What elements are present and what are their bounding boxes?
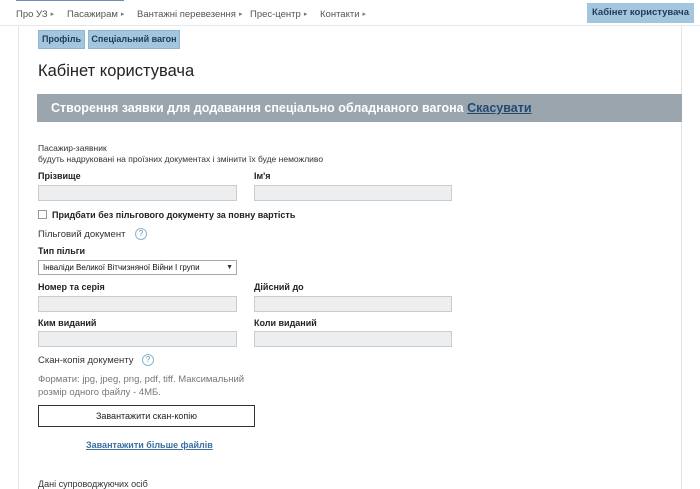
privilege-doc-label: Пільговий документ xyxy=(38,229,126,240)
nav-item-label: Контакти xyxy=(320,9,360,20)
privilege-type-select[interactable]: Інваліди Великої Вітчизняної Війни I гру… xyxy=(38,260,237,275)
issued-by-label: Ким виданий xyxy=(38,318,97,328)
nav-item-contacts[interactable]: Контакти ▸ xyxy=(320,9,366,20)
number-series-field[interactable] xyxy=(38,296,237,312)
request-banner: Створення заявки для додавання спеціальн… xyxy=(37,94,682,122)
nav-item-about[interactable]: Про УЗ ▸ xyxy=(16,9,54,20)
chevron-right-icon: ▸ xyxy=(362,11,367,18)
banner-title: Створення заявки для додавання спеціальн… xyxy=(51,101,464,115)
nav-item-label: Пасажирам xyxy=(67,9,118,20)
applicant-note: будуть надруковані на проїзних документа… xyxy=(38,154,324,164)
privilege-type-value: Інваліди Великої Вітчизняної Війни I гру… xyxy=(43,263,200,272)
issued-by-field[interactable] xyxy=(38,331,237,347)
tab-profile[interactable]: Профіль xyxy=(38,30,85,49)
scan-label: Скан-копія документу xyxy=(38,355,134,366)
surname-field[interactable] xyxy=(38,185,237,201)
issued-date-field[interactable] xyxy=(254,331,452,347)
chevron-right-icon: ▸ xyxy=(238,11,243,18)
issued-date-label: Коли виданий xyxy=(254,318,317,328)
nav-item-press[interactable]: Прес-центр ▸ xyxy=(250,9,307,20)
help-icon[interactable]: ? xyxy=(135,228,147,240)
nav-item-passengers[interactable]: Пасажирам ▸ xyxy=(67,9,124,20)
cancel-link[interactable]: Скасувати xyxy=(467,101,531,115)
page-title: Кабінет користувача xyxy=(38,62,195,80)
nav-item-label: Про УЗ xyxy=(16,9,48,20)
top-navigation: Про УЗ ▸ Пасажирам ▸ Вантажні перевезення ▸… xyxy=(0,2,700,26)
chevron-right-icon: ▸ xyxy=(303,11,308,18)
user-cabinet-button[interactable]: Кабінет користувача xyxy=(587,3,694,23)
applicant-heading: Пасажир-заявник xyxy=(38,143,107,153)
banner-text-wrapper: Створення заявки для додавання спеціальн… xyxy=(51,101,532,115)
nav-item-label: Вантажні перевезення xyxy=(137,9,236,20)
help-icon[interactable]: ? xyxy=(142,354,154,366)
caret-down-icon: ▼ xyxy=(226,264,233,271)
valid-until-field[interactable] xyxy=(254,296,452,312)
no-privilege-checkbox-label: Придбати без пільгового документу за пов… xyxy=(52,210,296,220)
formats-note: Формати: jpg, jpeg, png, pdf, tiff. Макс… xyxy=(38,374,245,398)
valid-until-label: Дійсний до xyxy=(254,282,304,292)
nav-item-label: Прес-центр xyxy=(250,9,301,20)
chevron-right-icon: ▸ xyxy=(120,11,125,18)
upload-more-link[interactable]: Завантажити більше файлів xyxy=(86,440,213,450)
surname-label: Прізвище xyxy=(38,171,81,181)
companions-heading: Дані супроводжуючих осіб xyxy=(38,479,148,489)
name-label: Ім'я xyxy=(254,171,271,181)
nav-item-cargo[interactable]: Вантажні перевезення ▸ xyxy=(137,9,242,20)
chevron-right-icon: ▸ xyxy=(50,11,55,18)
privilege-type-label: Тип пільги xyxy=(38,246,86,256)
upload-scan-button[interactable]: Завантажити скан-копію xyxy=(38,405,255,427)
no-privilege-checkbox[interactable] xyxy=(38,210,47,219)
number-series-label: Номер та серія xyxy=(38,282,105,292)
tab-special-car[interactable]: Спеціальний вагон xyxy=(88,30,180,49)
name-field[interactable] xyxy=(254,185,452,201)
